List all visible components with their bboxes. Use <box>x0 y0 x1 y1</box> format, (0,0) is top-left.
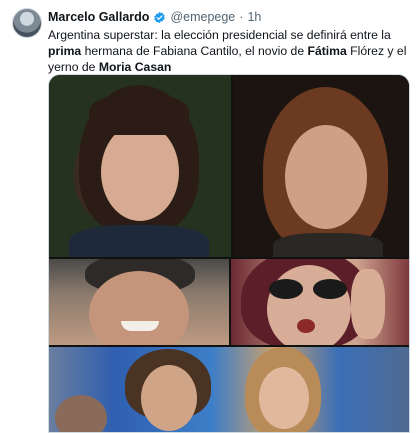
author-handle[interactable]: @emepege <box>170 10 235 24</box>
verified-badge-icon <box>154 11 166 23</box>
face-shape <box>259 367 309 429</box>
face-shape <box>55 395 107 432</box>
clothing-shape <box>69 225 209 257</box>
sunglasses-lens-right <box>313 279 347 299</box>
face-shape <box>267 265 351 345</box>
photo-man-smiling[interactable] <box>49 259 229 345</box>
tweet-header: Marcelo Gallardo @emepege · 1h <box>48 8 261 26</box>
face-shape <box>285 125 367 229</box>
author-name[interactable]: Marcelo Gallardo <box>48 10 149 24</box>
face-shape <box>141 365 197 431</box>
photo-woman-sunglasses[interactable] <box>231 259 409 345</box>
face-shape <box>101 123 179 221</box>
photo-woman-brown-hair[interactable] <box>233 75 409 257</box>
mouth-shape <box>297 319 315 333</box>
tweet-text-bold: Moria <box>98 60 132 74</box>
smile-shape <box>121 321 159 331</box>
media-grid <box>48 74 410 433</box>
clothing-shape <box>273 233 383 257</box>
bangs-shape <box>89 93 189 135</box>
tweet-text: Argentina superstar: la elección preside… <box>48 27 410 75</box>
photo-couple-tv-set[interactable] <box>49 347 409 432</box>
tweet-text-bold: Fátima <box>307 44 347 58</box>
avatar[interactable] <box>12 8 42 38</box>
timestamp[interactable]: 1h <box>247 10 261 24</box>
hand-shape <box>351 269 385 339</box>
tweet-text-segment: hermana de Fabiana Cantilo, el novio de <box>81 44 308 58</box>
sunglasses-lens-left <box>269 279 303 299</box>
tweet-text-segment: Argentina superstar: la elección preside… <box>48 28 391 42</box>
photo-woman-bangs[interactable] <box>49 75 231 257</box>
separator-dot: · <box>239 10 244 24</box>
tweet-text-bold: prima <box>48 44 82 58</box>
tweet-card[interactable]: Marcelo Gallardo @emepege · 1h Argentina… <box>0 0 420 433</box>
tweet-text-bold: Casan <box>134 60 172 74</box>
